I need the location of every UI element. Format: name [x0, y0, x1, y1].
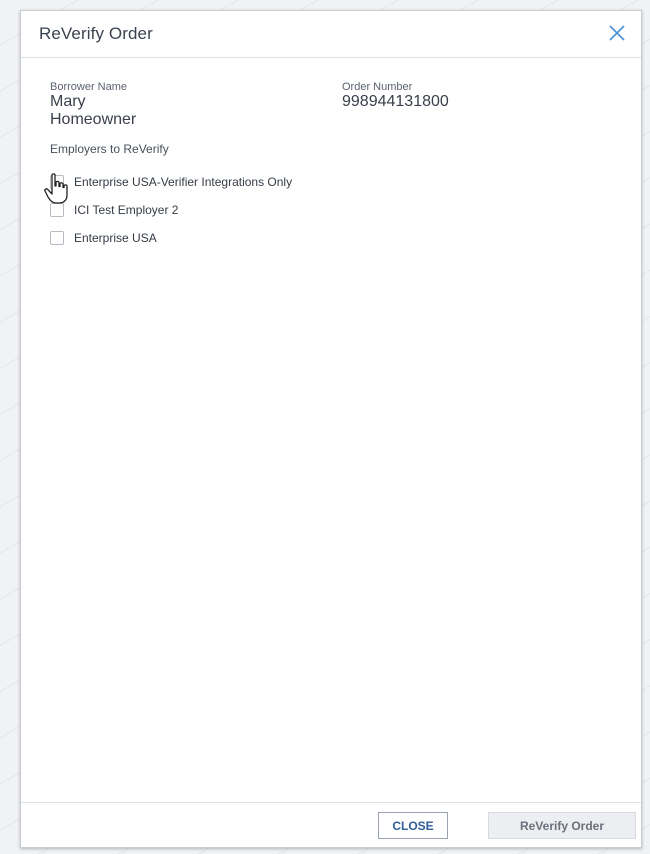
- employer-label: Enterprise USA: [74, 231, 157, 245]
- close-button[interactable]: CLOSE: [378, 812, 448, 839]
- close-x-icon[interactable]: [605, 21, 629, 45]
- employer-label: Enterprise USA-Verifier Integrations Onl…: [74, 175, 293, 189]
- employer-label: ICI Test Employer 2: [74, 203, 179, 217]
- dialog-header: ReVerify Order: [21, 11, 641, 58]
- borrower-name-label: Borrower Name: [50, 81, 128, 93]
- borrower-info: Borrower Name Mary Homeowner: [50, 81, 136, 129]
- employer-checkbox[interactable]: [50, 231, 64, 245]
- dialog-footer: CLOSE ReVerify Order: [21, 802, 641, 847]
- dialog-title: ReVerify Order: [39, 24, 153, 43]
- borrower-name-value: Mary Homeowner: [50, 93, 137, 128]
- employer-option-enterprise-usa[interactable]: Enterprise USA: [50, 225, 292, 253]
- employers-section-label: Employers to ReVerify: [50, 142, 169, 156]
- employer-checkbox[interactable]: [50, 175, 64, 189]
- reverify-order-button[interactable]: ReVerify Order: [488, 812, 636, 839]
- employer-list: Enterprise USA-Verifier Integrations Onl…: [50, 169, 292, 253]
- employer-option-enterprise-usa-verifier[interactable]: Enterprise USA-Verifier Integrations Onl…: [50, 169, 292, 197]
- employer-option-ici-test-employer-2[interactable]: ICI Test Employer 2: [50, 197, 292, 225]
- order-number-value: 998944131800: [342, 93, 449, 110]
- reverify-order-dialog: ReVerify Order Borrower Name Mary Homeow…: [20, 10, 642, 848]
- order-number-label: Order Number: [342, 81, 413, 93]
- order-info: Order Number 998944131800: [342, 81, 449, 111]
- employer-checkbox[interactable]: [50, 203, 64, 217]
